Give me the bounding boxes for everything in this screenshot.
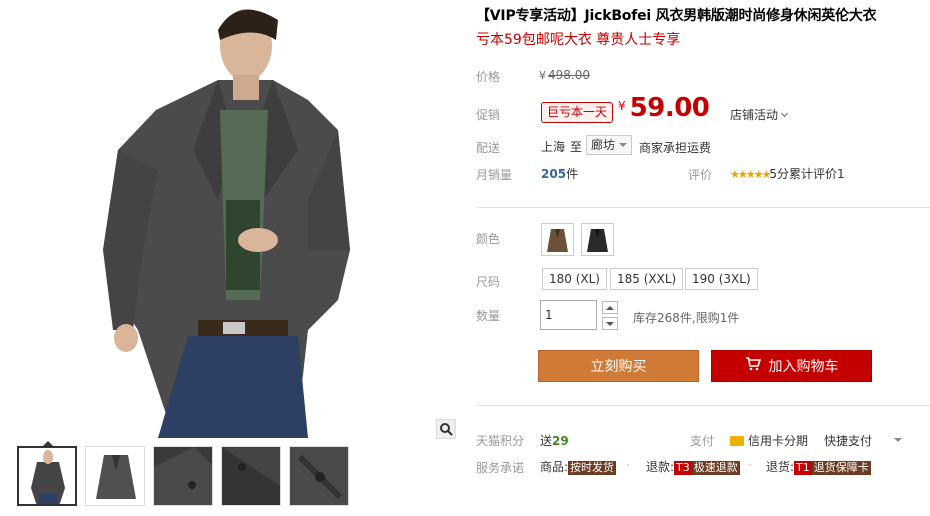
color-swatch-brown[interactable] xyxy=(541,223,574,256)
caret-down-icon xyxy=(606,321,614,326)
buy-now-button[interactable]: 立刻购买 xyxy=(538,350,699,382)
service-goods-label: 商品: xyxy=(540,460,569,474)
cart-icon xyxy=(745,357,761,375)
service-refund[interactable]: 退款: T3 极速退款 xyxy=(646,458,740,475)
destination-value: 廊坊 xyxy=(591,138,616,152)
caret-up-icon xyxy=(606,305,614,310)
thumbnail-1[interactable] xyxy=(17,446,77,506)
stock-info: 库存268件,限购1件 xyxy=(633,311,740,325)
quick-pay[interactable]: 快捷支付 xyxy=(824,432,872,449)
divider xyxy=(476,405,930,406)
shipping-label: 配送 xyxy=(476,141,501,155)
points-number: 29 xyxy=(552,434,569,448)
thumbnail-5[interactable] xyxy=(289,446,349,506)
add-to-cart-label: 加入购物车 xyxy=(768,359,839,375)
divider xyxy=(476,207,930,208)
thumbnail-4[interactable] xyxy=(221,446,281,506)
credit-installment-label: 信用卡分期 xyxy=(748,434,809,448)
main-product-image[interactable] xyxy=(8,0,460,438)
credit-installment[interactable]: 信用卡分期 xyxy=(730,432,808,449)
service-return-tag: 退货保障卡 xyxy=(811,461,871,475)
chevron-down-icon xyxy=(780,109,789,118)
quantity-decrease-button[interactable] xyxy=(602,317,618,330)
buy-now-label: 立刻购买 xyxy=(590,359,647,375)
thumbnail-3[interactable] xyxy=(153,446,213,506)
currency-symbol: ¥ xyxy=(539,69,546,82)
sales-unit: 件 xyxy=(566,167,579,181)
original-price: ¥498.00 xyxy=(539,68,590,82)
quantity-input[interactable] xyxy=(540,300,597,330)
size-label: 尺码 xyxy=(476,275,501,289)
service-refund-label: 退款: xyxy=(646,460,675,474)
service-return[interactable]: 退货: T1 退货保障卡 xyxy=(766,458,871,475)
service-label: 服务承诺 xyxy=(476,461,525,475)
service-refund-badge: T3 xyxy=(674,461,692,475)
ship-to-label: 至 xyxy=(570,140,583,154)
currency-symbol: ¥ xyxy=(618,99,626,113)
sales-count: 205件 xyxy=(541,165,578,182)
color-label: 颜色 xyxy=(476,232,501,246)
price-label: 价格 xyxy=(476,70,501,84)
star-rating-icon: ★★★★★ xyxy=(730,168,771,181)
sales-label: 月销量 xyxy=(476,168,513,182)
promo-tag: 巨亏本一天 xyxy=(541,102,614,123)
review-label: 评价 xyxy=(688,168,713,182)
service-goods[interactable]: 商品: 按时发货 xyxy=(540,458,617,475)
product-title: 【VIP专享活动】JickBofei 风衣男韩版潮时尚修身休闲英伦大衣 xyxy=(476,8,877,24)
separator-dot: · xyxy=(626,458,630,472)
promo-price: ¥59.00 xyxy=(618,93,710,123)
quantity-label: 数量 xyxy=(476,309,501,323)
service-refund-tag: 极速退款 xyxy=(691,461,740,475)
destination-select[interactable]: 廊坊 xyxy=(586,135,633,155)
points-label: 天猫积分 xyxy=(476,434,525,448)
service-return-label: 退货: xyxy=(766,460,795,474)
review-summary[interactable]: ★★★★★5分累计评价1 xyxy=(730,165,845,182)
caret-down-icon xyxy=(619,143,628,147)
review-text: 5分累计评价1 xyxy=(769,167,845,181)
caret-down-icon[interactable] xyxy=(894,438,902,442)
original-price-value: 498.00 xyxy=(548,68,590,82)
color-swatch-black[interactable] xyxy=(581,223,614,256)
points-value: 送29 xyxy=(540,432,569,449)
product-subtitle: 亏本59包邮呢大衣 尊贵人士专享 xyxy=(476,32,681,48)
service-goods-tag: 按时发货 xyxy=(568,461,617,475)
zoom-icon[interactable] xyxy=(436,419,456,439)
credit-card-icon xyxy=(730,436,744,446)
promo-price-value: 59.00 xyxy=(629,93,710,123)
shipping-fee-note: 商家承担运费 xyxy=(639,141,712,155)
ship-from: 上海 xyxy=(541,140,566,154)
add-to-cart-button[interactable]: 加入购物车 xyxy=(711,350,872,382)
promo-label: 促销 xyxy=(476,108,501,122)
points-prefix: 送 xyxy=(540,434,553,448)
quantity-increase-button[interactable] xyxy=(602,301,618,314)
shop-activity-label: 店铺活动 xyxy=(730,108,779,122)
size-option-3xl[interactable]: 190 (3XL) xyxy=(685,268,758,290)
service-return-badge: T1 xyxy=(794,461,812,475)
sales-count-value: 205 xyxy=(541,167,567,181)
payment-label: 支付 xyxy=(690,434,715,448)
size-option-xl[interactable]: 180 (XL) xyxy=(542,268,607,290)
thumbnail-strip xyxy=(17,446,357,506)
thumbnail-2[interactable] xyxy=(85,446,145,506)
shop-activity-dropdown[interactable]: 店铺活动 xyxy=(730,106,789,123)
size-option-xxl[interactable]: 185 (XXL) xyxy=(610,268,684,290)
separator-dot: · xyxy=(748,458,752,472)
